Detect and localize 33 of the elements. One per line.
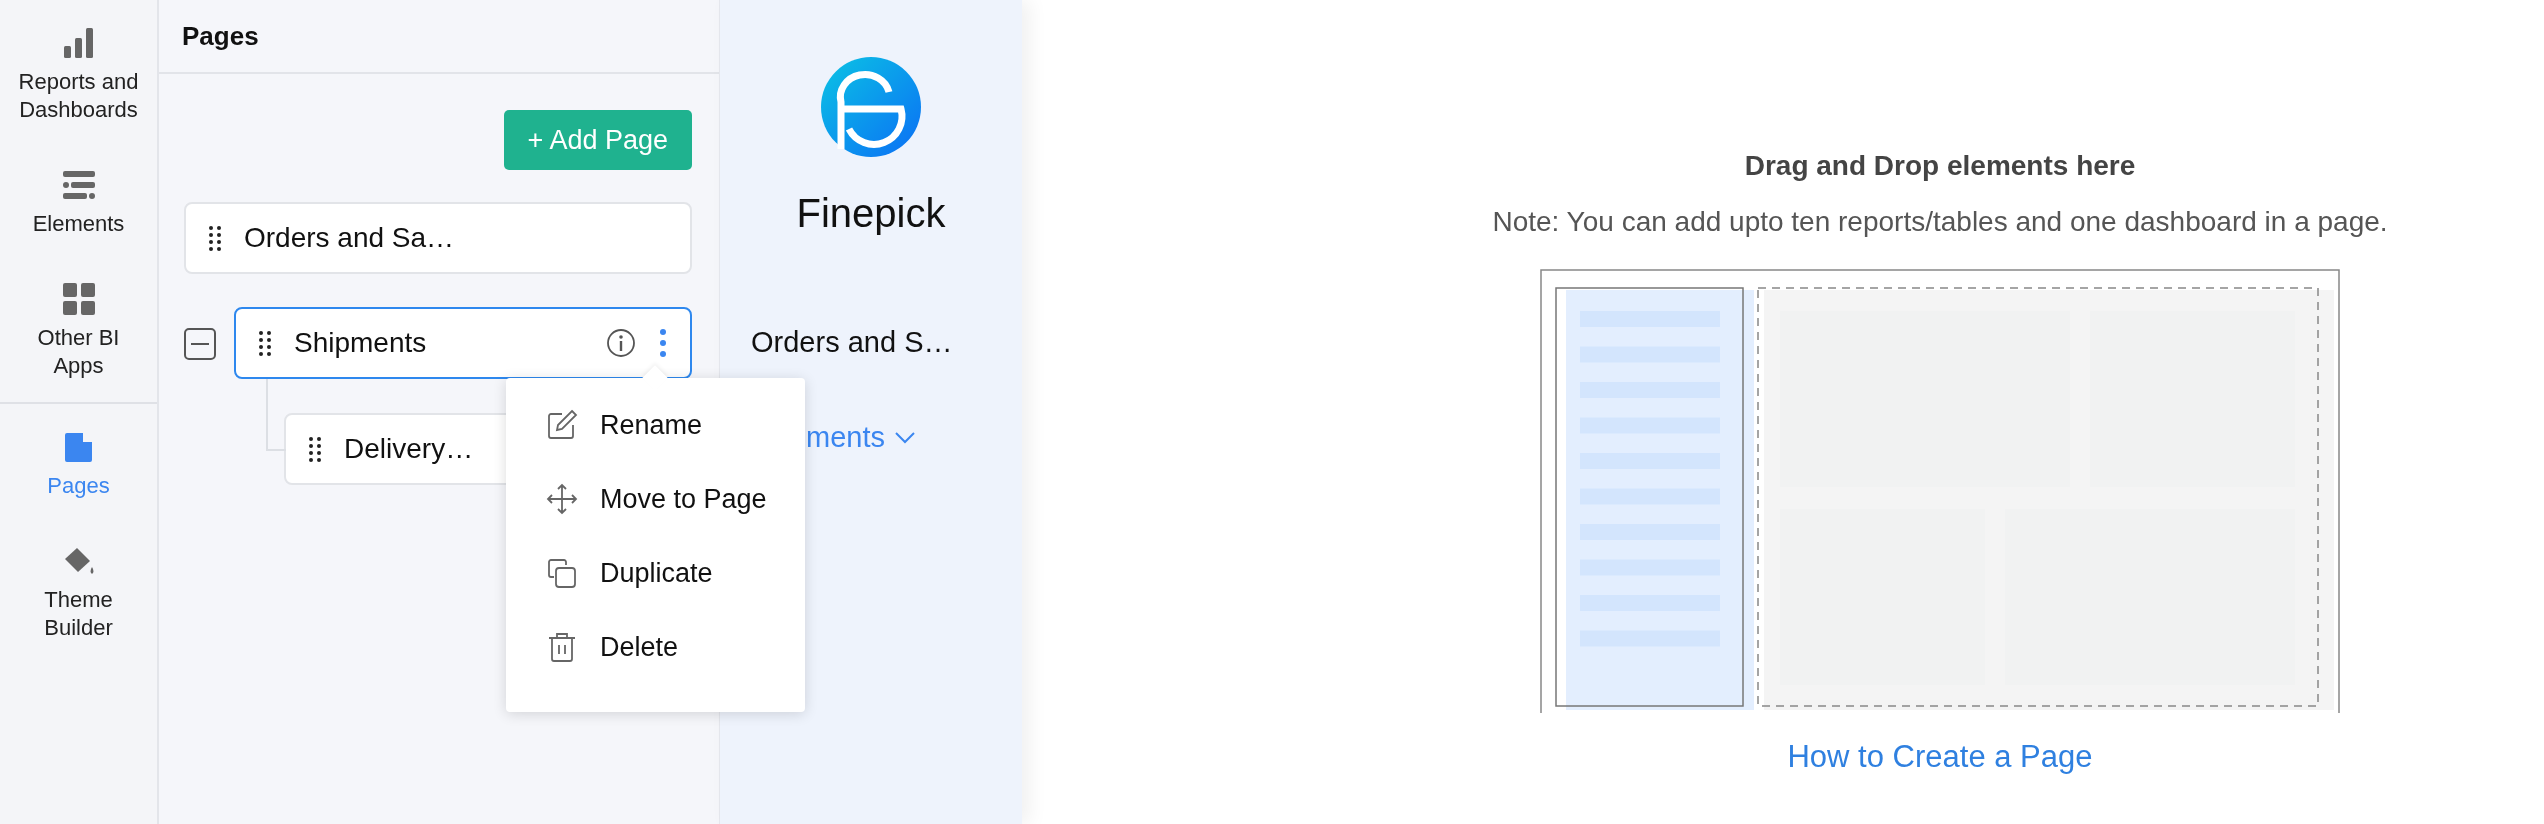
duplicate-icon xyxy=(546,557,578,589)
nav-item[interactable]: Other BI Apps xyxy=(0,282,157,380)
logo-icon xyxy=(821,57,921,157)
drag-handle-icon[interactable] xyxy=(308,436,322,462)
drag-handle-icon[interactable] xyxy=(258,330,272,356)
menu-item[interactable]: Duplicate xyxy=(546,556,805,590)
nav-item[interactable]: Elements xyxy=(0,168,157,238)
page-label: Orders and Sa… xyxy=(244,222,455,254)
chevron-down-icon[interactable] xyxy=(895,431,915,444)
panel-title: Pages xyxy=(182,20,259,52)
nav-item[interactable]: Theme Builder xyxy=(0,544,157,642)
info-icon[interactable] xyxy=(606,328,636,358)
note-text: Note: You can add upto ten reports/tables and one dashboard in a page. xyxy=(1492,206,2388,238)
menu-item[interactable]: Move to Page xyxy=(546,482,805,516)
nav-item[interactable]: Reports and Dashboards xyxy=(0,26,157,124)
drag-handle-icon[interactable] xyxy=(208,225,222,251)
list-icon xyxy=(61,168,96,202)
more-icon[interactable] xyxy=(658,328,668,358)
trash-icon xyxy=(546,631,578,663)
page-label: Shipments xyxy=(294,327,427,359)
menu-item[interactable]: Delete xyxy=(546,630,805,664)
page-item[interactable]: Orders and Sa… xyxy=(184,202,692,274)
drop-zone-title: Drag and Drop elements here xyxy=(1744,150,2136,182)
brand-name: Finepick xyxy=(796,191,946,236)
grid-icon xyxy=(61,282,96,316)
move-icon xyxy=(546,483,578,515)
edit-icon xyxy=(546,409,578,441)
collapse-toggle[interactable] xyxy=(184,328,216,360)
page-title: Orders and S… xyxy=(751,326,954,359)
page-label: Delivery… xyxy=(344,433,474,465)
page-item[interactable]: Shipments xyxy=(234,307,692,379)
bar-chart-icon xyxy=(61,26,96,60)
help-link[interactable]: How to Create a Page xyxy=(1787,739,2093,775)
